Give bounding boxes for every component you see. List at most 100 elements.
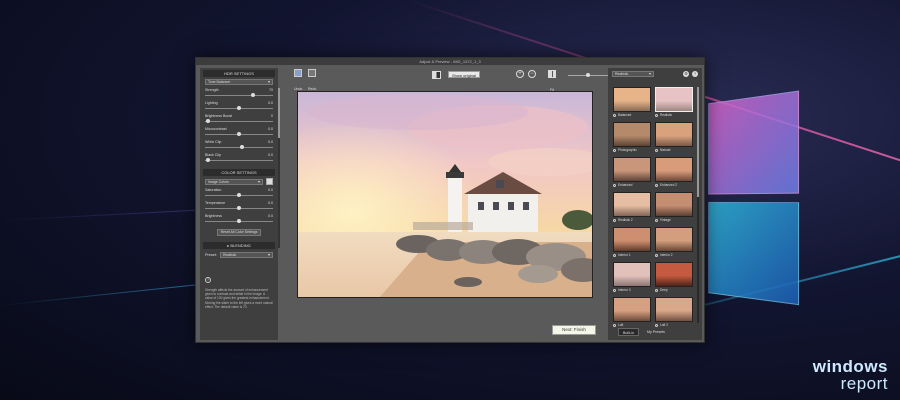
preset-thumbnail[interactable]: Realistic 2	[613, 192, 651, 223]
favorite-radio-icon[interactable]	[655, 113, 658, 117]
preset-thumbnail-label: Natural	[660, 148, 671, 152]
split-view-icon[interactable]	[432, 71, 441, 79]
preset-thumbnail[interactable]: Natural	[655, 122, 693, 153]
preset-thumbnail-image	[613, 122, 651, 147]
preset-thumbnail[interactable]: Loft 2	[655, 297, 693, 328]
preset-filter-value: Realistic	[615, 72, 629, 76]
tone-mode-select[interactable]: Tone Balancer ▾	[205, 79, 273, 85]
preset-thumbnail-image	[655, 192, 693, 217]
blending-header[interactable]: ▸ BLENDING	[203, 242, 275, 249]
slider-label: Brightness Boost	[205, 114, 233, 118]
preset-thumbnail[interactable]: Enhanced 2	[655, 157, 693, 188]
color-settings-header[interactable]: COLOR SETTINGS	[203, 169, 275, 176]
slider-label: Temperature	[205, 201, 226, 205]
slider-label: Black Clip	[205, 153, 221, 157]
slider-track[interactable]	[205, 121, 273, 122]
color-mode-select[interactable]: Image Colors ▾	[205, 178, 263, 185]
slider-value: 0.0	[268, 214, 273, 218]
settings-gear-icon[interactable]: ⚙	[683, 71, 689, 77]
zoom-slider[interactable]	[568, 73, 610, 77]
help-icon[interactable]: ?	[692, 71, 698, 77]
slider-knob[interactable]	[237, 106, 241, 110]
slider-row: Brightness Boost 0	[205, 113, 273, 126]
slider-knob[interactable]	[237, 219, 241, 223]
favorite-radio-icon[interactable]	[655, 218, 658, 222]
preset-thumbnail-image	[613, 227, 651, 252]
preset-thumbnail-label: Vintage	[660, 218, 671, 222]
show-original-button[interactable]: Show original	[448, 71, 481, 78]
slider-value: 70	[269, 88, 273, 92]
preset-thumbnail[interactable]: Loft	[613, 297, 651, 328]
favorite-radio-icon[interactable]	[655, 253, 658, 257]
slider-knob[interactable]	[250, 93, 255, 97]
zoom-slider-knob[interactable]	[586, 73, 590, 77]
chevron-down-icon: ▾	[257, 178, 260, 184]
favorite-radio-icon[interactable]	[655, 183, 658, 187]
preset-thumbnail[interactable]: Balanced	[613, 87, 651, 118]
slider-knob[interactable]	[240, 145, 245, 149]
favorite-radio-icon[interactable]	[613, 288, 616, 292]
left-panel-scrollbar[interactable]	[278, 88, 280, 248]
slider-knob[interactable]	[237, 206, 241, 210]
windows-logo-icon	[708, 87, 820, 314]
slider-knob[interactable]	[206, 119, 211, 123]
fit-icon	[548, 70, 556, 78]
help-icon[interactable]: ?	[205, 277, 211, 283]
preset-thumbnail-image	[655, 122, 693, 147]
color-sliders: Saturation 0.0 Temperature 0.0 Brightness 0.0	[200, 187, 278, 226]
slider-label: Lighting	[205, 101, 218, 105]
brand-line-1: windows	[812, 357, 888, 376]
zoom-out-icon[interactable]: −	[528, 70, 536, 78]
favorite-radio-icon[interactable]	[613, 148, 616, 152]
favorite-radio-icon[interactable]	[613, 183, 616, 187]
favorite-radio-icon[interactable]	[613, 323, 616, 327]
preset-thumbnail[interactable]: Deep	[655, 262, 693, 293]
slider-knob[interactable]	[206, 158, 211, 162]
favorite-radio-icon[interactable]	[655, 148, 658, 152]
preset-thumbnail-image	[613, 87, 651, 112]
hdr-settings-header[interactable]: HDR SETTINGS	[203, 70, 275, 77]
preset-thumbnail-image	[613, 192, 651, 217]
preset-thumbnail[interactable]: Realistic	[655, 87, 693, 118]
favorite-radio-icon[interactable]	[613, 253, 616, 257]
preset-thumbnail[interactable]: Vintage	[655, 192, 693, 223]
next-finish-button[interactable]: Next: Finish	[552, 325, 596, 335]
preset-thumbnail[interactable]: Enhanced	[613, 157, 651, 188]
tab-built-in[interactable]: Built-in	[618, 328, 639, 336]
slider-track[interactable]	[205, 95, 273, 96]
preset-thumbnail[interactable]: Interior 1	[613, 227, 651, 258]
chevron-down-icon: ▾	[267, 79, 270, 84]
preset-filter-select[interactable]: Realistic ▾	[612, 71, 654, 77]
preset-thumbnail-label: Enhanced 2	[660, 183, 678, 187]
reset-color-button[interactable]: Reset All Color Settings	[217, 229, 261, 236]
favorite-radio-icon[interactable]	[655, 288, 658, 292]
preset-select[interactable]: Realistic ▾	[220, 252, 273, 258]
favorite-radio-icon[interactable]	[613, 113, 616, 117]
slider-track[interactable]	[205, 160, 273, 161]
slider-value: 0.0	[268, 188, 273, 192]
preset-thumbnail[interactable]: Interior 3	[613, 262, 651, 293]
slider-knob[interactable]	[237, 132, 241, 136]
brand-line-2: report	[840, 374, 888, 393]
slider-label: White Clip	[205, 140, 222, 144]
eyedropper-icon[interactable]	[266, 178, 273, 185]
preset-label: Preset:	[205, 253, 218, 257]
slider-track[interactable]	[205, 147, 273, 148]
favorite-radio-icon[interactable]	[613, 218, 616, 222]
tab-my-presets[interactable]: My Presets	[643, 328, 669, 336]
photo-preview[interactable]	[297, 91, 593, 298]
zoom-in-icon[interactable]: +	[516, 70, 524, 78]
preset-thumbnail-label: Enhanced	[618, 183, 633, 187]
preset-thumbnail-image	[613, 157, 651, 182]
favorite-radio-icon[interactable]	[655, 323, 658, 327]
presets-scrollbar[interactable]	[697, 87, 699, 323]
slider-row: Strength 70	[205, 87, 273, 100]
preset-thumbnail[interactable]: Interior 2	[655, 227, 693, 258]
light-beam	[0, 209, 200, 221]
slider-knob[interactable]	[237, 193, 241, 197]
toolbar: Undo Redo Show original + − Fit 50%	[290, 68, 623, 92]
preset-thumbnail-label: Loft	[618, 323, 624, 327]
slider-row: Lighting 0.0	[205, 100, 273, 113]
preset-value: Realistic	[223, 253, 237, 257]
preset-thumbnail[interactable]: Photographic	[613, 122, 651, 153]
